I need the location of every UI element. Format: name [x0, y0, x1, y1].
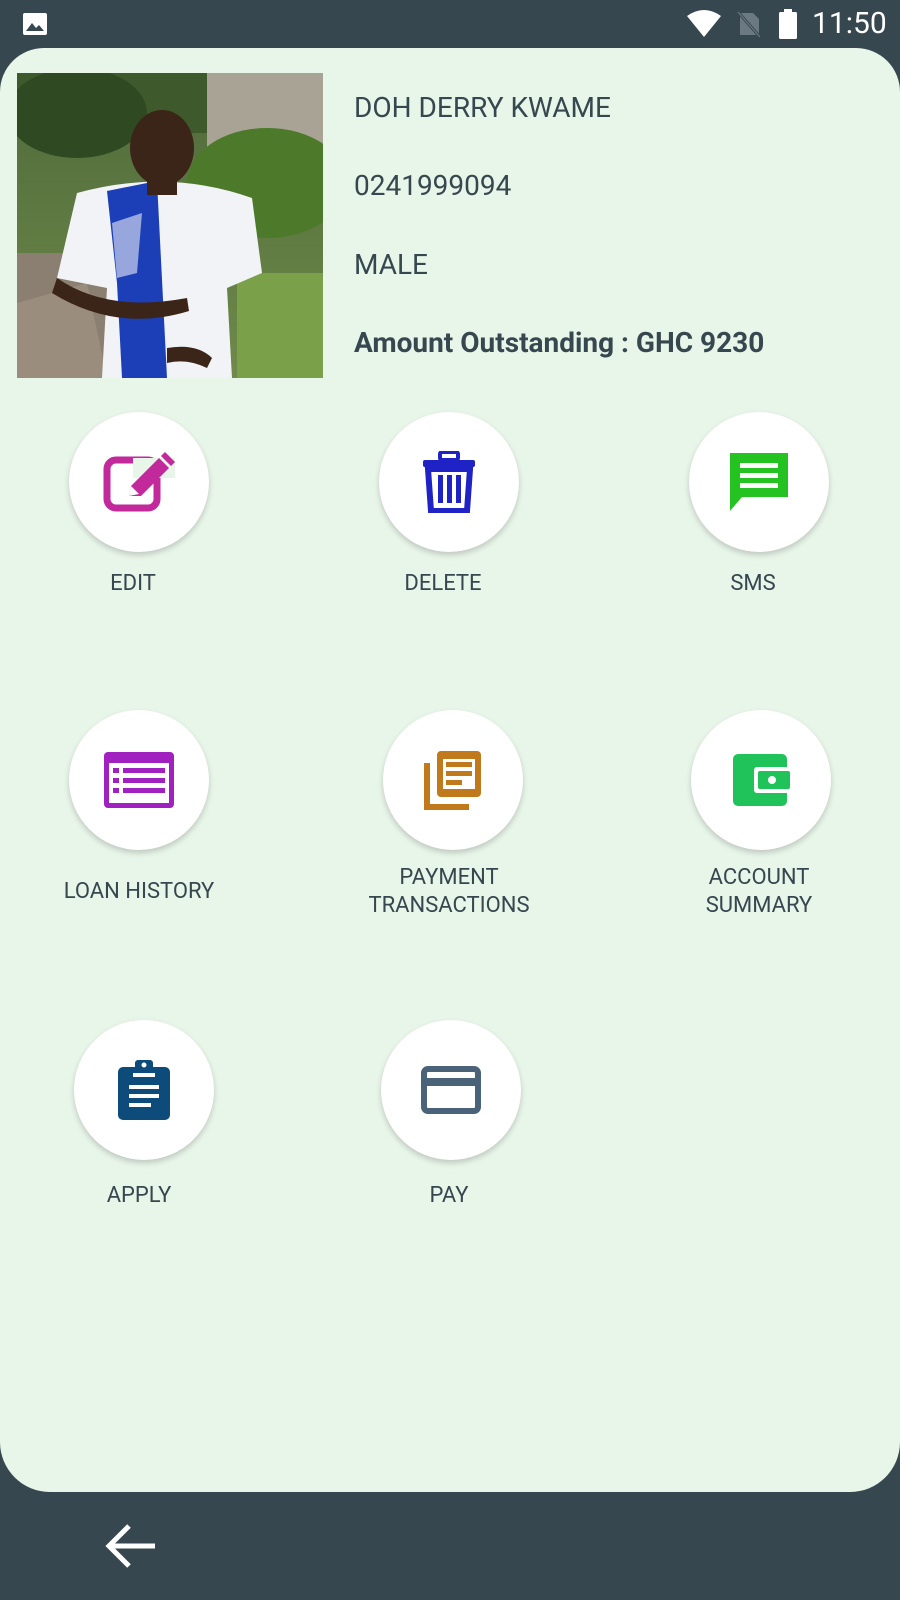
delete-label: DELETE — [404, 571, 482, 596]
status-time: 11:50 — [812, 6, 887, 41]
customer-gender: MALE — [354, 248, 428, 281]
edit-label: EDIT — [110, 571, 156, 596]
payment-transactions-label-1: PAYMENT — [399, 865, 499, 890]
image-notification-icon — [23, 13, 47, 35]
sms-button[interactable] — [689, 412, 829, 552]
back-arrow-icon — [105, 1524, 155, 1568]
pay-label: PAY — [429, 1183, 469, 1208]
credit-card-icon — [421, 1066, 481, 1114]
wifi-icon — [687, 10, 721, 37]
account-summary-label-2: SUMMARY — [705, 893, 813, 918]
edit-button[interactable] — [69, 412, 209, 552]
no-sim-icon — [737, 11, 761, 38]
list-icon — [104, 752, 174, 808]
loan-history-button[interactable] — [69, 710, 209, 850]
clipboard-icon — [118, 1060, 170, 1120]
bottom-navigation-bar — [0, 1492, 900, 1600]
account-summary-button[interactable] — [691, 710, 831, 850]
customer-detail-card: DOH DERRY KWAME 0241999094 MALE Amount O… — [0, 48, 900, 1492]
apply-label: APPLY — [106, 1183, 172, 1208]
account-summary-label-1: ACCOUNT — [708, 865, 810, 890]
sms-label: SMS — [730, 571, 776, 596]
amount-outstanding: Amount Outstanding : GHC 9230 — [354, 326, 765, 359]
delete-button[interactable] — [379, 412, 519, 552]
back-button[interactable] — [96, 1514, 166, 1578]
message-icon — [730, 453, 788, 511]
battery-icon — [779, 9, 797, 39]
customer-name: DOH DERRY KWAME — [354, 91, 611, 124]
edit-icon — [103, 452, 175, 512]
trash-icon — [423, 451, 475, 513]
profile-photo — [17, 73, 323, 378]
status-bar: 11:50 — [0, 0, 900, 48]
apply-button[interactable] — [74, 1020, 214, 1160]
customer-phone: 0241999094 — [354, 169, 512, 202]
payment-transactions-button[interactable] — [383, 710, 523, 850]
pay-button[interactable] — [381, 1020, 521, 1160]
documents-icon — [424, 751, 481, 810]
payment-transactions-label-2: TRANSACTIONS — [368, 893, 530, 918]
loan-history-label: LOAN HISTORY — [63, 879, 215, 904]
wallet-icon — [733, 754, 790, 806]
